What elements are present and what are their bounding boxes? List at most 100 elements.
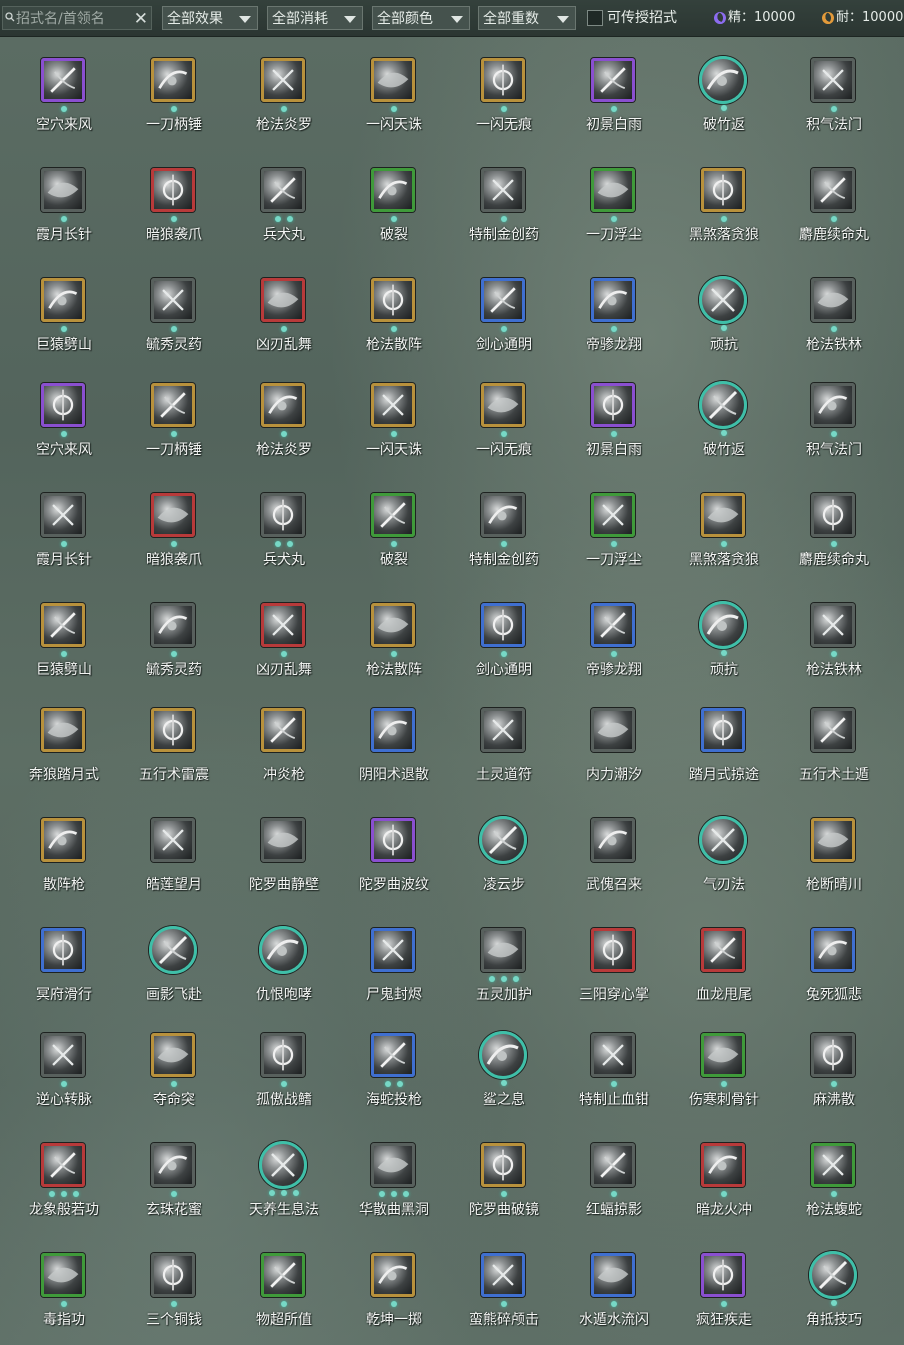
skill-slot[interactable]: 暗狼袭爪 [119, 147, 229, 257]
skill-slot[interactable]: 角抵技巧 [779, 1232, 889, 1342]
skill-icon[interactable] [811, 603, 855, 647]
skill-slot[interactable]: 麝鹿续命丸 [779, 147, 889, 257]
skill-slot[interactable]: 陀罗曲静壁 [229, 797, 339, 907]
skill-slot[interactable]: 兔死狐悲 [779, 907, 889, 1017]
skill-slot[interactable]: 尸鬼封烬 [339, 907, 449, 1017]
skill-icon[interactable] [371, 603, 415, 647]
skill-icon[interactable] [151, 278, 195, 322]
skill-slot[interactable]: 奔狼踏月式 [9, 687, 119, 797]
skill-slot[interactable]: 陀罗曲破镜 [449, 1122, 559, 1232]
skill-slot[interactable]: 一闪无痕 [449, 362, 559, 472]
skill-slot[interactable]: 血龙甩尾 [669, 907, 779, 1017]
skill-icon[interactable] [261, 168, 305, 212]
skill-slot[interactable]: 三阳穿心掌 [559, 907, 669, 1017]
skill-icon[interactable] [151, 58, 195, 102]
skill-slot[interactable]: 麻沸散 [779, 1012, 889, 1122]
skill-icon[interactable] [371, 1143, 415, 1187]
skill-slot[interactable]: 枪法铁林 [779, 257, 889, 367]
skill-slot[interactable]: 一闪天诛 [339, 362, 449, 472]
skill-icon[interactable] [701, 493, 745, 537]
skill-icon[interactable] [371, 818, 415, 862]
skill-icon[interactable] [701, 168, 745, 212]
skill-slot[interactable]: 剑心通明 [449, 257, 559, 367]
skill-icon[interactable] [41, 1253, 85, 1297]
skill-slot[interactable]: 特制金创药 [449, 472, 559, 582]
skill-icon[interactable] [811, 493, 855, 537]
skill-slot[interactable]: 毓秀灵药 [119, 582, 229, 692]
skill-icon[interactable] [151, 708, 195, 752]
skill-slot[interactable]: 仇恨咆哮 [229, 907, 339, 1017]
skill-icon[interactable] [149, 926, 197, 974]
skill-icon[interactable] [701, 1033, 745, 1077]
skill-icon[interactable] [701, 1253, 745, 1297]
skill-slot[interactable]: 踏月式掠途 [669, 687, 779, 797]
skill-icon[interactable] [481, 278, 525, 322]
skill-slot[interactable]: 枪断晴川 [779, 797, 889, 907]
skill-icon[interactable] [811, 928, 855, 972]
skill-icon[interactable] [591, 58, 635, 102]
skill-slot[interactable]: 暗狼袭爪 [119, 472, 229, 582]
skill-icon[interactable] [371, 58, 415, 102]
skill-slot[interactable]: 帝骖龙翔 [559, 582, 669, 692]
skill-icon[interactable] [481, 168, 525, 212]
skill-icon[interactable] [479, 1031, 527, 1079]
skill-slot[interactable]: 疯狂疾走 [669, 1232, 779, 1342]
skill-slot[interactable]: 空穴来风 [9, 362, 119, 472]
skill-icon[interactable] [371, 928, 415, 972]
skill-slot[interactable]: 兵犬丸 [229, 472, 339, 582]
skill-icon[interactable] [809, 1251, 857, 1299]
skill-slot[interactable]: 红蝠掠影 [559, 1122, 669, 1232]
skill-slot[interactable]: 巨猿劈山 [9, 582, 119, 692]
skill-icon[interactable] [41, 603, 85, 647]
skill-icon[interactable] [591, 493, 635, 537]
skill-slot[interactable]: 枪法散阵 [339, 257, 449, 367]
skill-slot[interactable]: 乾坤一掷 [339, 1232, 449, 1342]
skill-slot[interactable]: 阴阳术退散 [339, 687, 449, 797]
skill-icon[interactable] [811, 383, 855, 427]
skill-icon[interactable] [261, 818, 305, 862]
skill-slot[interactable]: 暗龙火冲 [669, 1122, 779, 1232]
skill-slot[interactable]: 凶刃乱舞 [229, 257, 339, 367]
skill-slot[interactable]: 兵犬丸 [229, 147, 339, 257]
skill-icon[interactable] [591, 383, 635, 427]
clear-icon[interactable]: ✕ [134, 7, 148, 31]
skill-icon[interactable] [811, 278, 855, 322]
skill-slot[interactable]: 初景白雨 [559, 362, 669, 472]
skill-icon[interactable] [701, 708, 745, 752]
skill-icon[interactable] [481, 603, 525, 647]
skill-slot[interactable]: 三个铜钱 [119, 1232, 229, 1342]
skill-icon[interactable] [811, 1033, 855, 1077]
skill-icon[interactable] [481, 1143, 525, 1187]
skill-slot[interactable]: 水遁水流闪 [559, 1232, 669, 1342]
skill-slot[interactable]: 一刀浮尘 [559, 147, 669, 257]
skill-slot[interactable]: 武傀召来 [559, 797, 669, 907]
skill-slot[interactable]: 五行术雷震 [119, 687, 229, 797]
skill-icon[interactable] [41, 708, 85, 752]
skill-icon[interactable] [481, 1253, 525, 1297]
skill-icon[interactable] [41, 1033, 85, 1077]
skill-slot[interactable]: 华散曲黑洞 [339, 1122, 449, 1232]
skill-icon[interactable] [591, 603, 635, 647]
skill-icon[interactable] [371, 1253, 415, 1297]
skill-icon[interactable] [41, 168, 85, 212]
skill-slot[interactable]: 天养生息法 [229, 1122, 339, 1232]
skill-slot[interactable]: 一刀柄锤 [119, 37, 229, 147]
skill-icon[interactable] [41, 1143, 85, 1187]
skill-slot[interactable]: 毓秀灵药 [119, 257, 229, 367]
level-filter-dropdown[interactable]: 全部重数 [478, 6, 576, 30]
skill-icon[interactable] [479, 816, 527, 864]
skill-slot[interactable]: 破裂 [339, 472, 449, 582]
skill-icon[interactable] [259, 926, 307, 974]
skill-slot[interactable]: 一闪无痕 [449, 37, 559, 147]
skill-icon[interactable] [151, 1033, 195, 1077]
skill-slot[interactable]: 剑心通明 [449, 582, 559, 692]
skill-slot[interactable]: 枪法炎罗 [229, 362, 339, 472]
skill-icon[interactable] [699, 276, 747, 324]
skill-slot[interactable]: 积气法门 [779, 362, 889, 472]
skill-icon[interactable] [151, 1253, 195, 1297]
skill-slot[interactable]: 麝鹿续命丸 [779, 472, 889, 582]
skill-icon[interactable] [151, 603, 195, 647]
skill-icon[interactable] [151, 818, 195, 862]
skill-icon[interactable] [811, 818, 855, 862]
skill-icon[interactable] [699, 381, 747, 429]
